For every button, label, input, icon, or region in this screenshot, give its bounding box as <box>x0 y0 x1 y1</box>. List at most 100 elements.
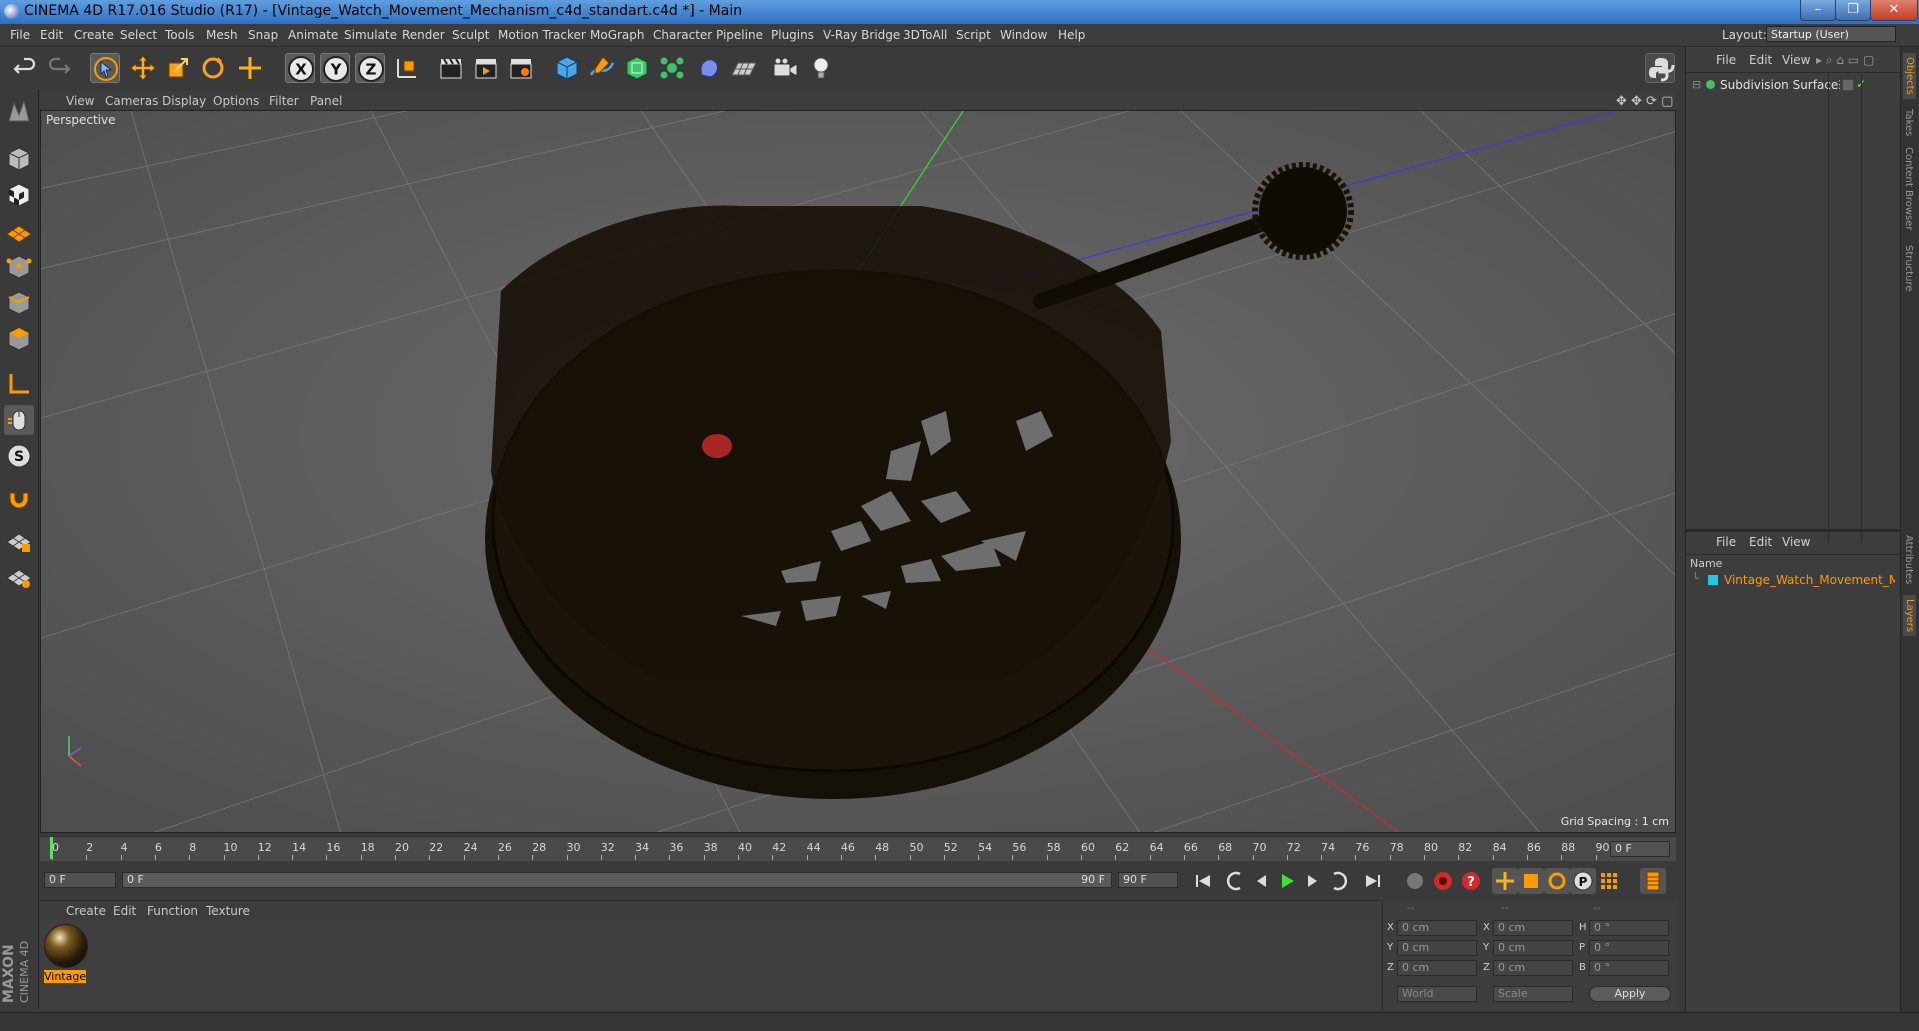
end-frame-field[interactable]: 90 F <box>1118 872 1178 888</box>
cube-button[interactable] <box>552 53 582 83</box>
frame-range-slider[interactable]: 0 F 90 F <box>122 872 1112 888</box>
go-to-start-button[interactable] <box>1190 868 1216 894</box>
size-x-field[interactable]: 0 cm <box>1493 920 1573 936</box>
object-manager-nav-icons[interactable]: ▸ ⌕ ⌂ ▭ ▢ <box>1816 53 1874 68</box>
autokeying-button[interactable] <box>1430 868 1456 894</box>
z-axis-lock-button[interactable]: Z <box>355 53 385 83</box>
tab-content-browser[interactable]: Content Browser <box>1903 147 1914 230</box>
menu-snap[interactable]: Snap <box>248 28 278 42</box>
render-to-picture-viewer-button[interactable] <box>471 53 501 83</box>
menu-window[interactable]: Window <box>1000 28 1047 42</box>
go-to-end-button[interactable] <box>1360 868 1386 894</box>
position-y-field[interactable]: 0 cm <box>1397 940 1477 956</box>
menu-mesh[interactable]: Mesh <box>206 28 238 42</box>
next-key-button[interactable] <box>1326 868 1352 894</box>
rotation-b-field[interactable]: 0 ° <box>1589 960 1669 976</box>
object-menu-view[interactable]: View <box>1782 53 1810 67</box>
floor-button[interactable] <box>729 53 759 83</box>
tag-icon[interactable] <box>1842 79 1854 91</box>
y-axis-lock-button[interactable]: Y <box>320 53 350 83</box>
rotate-tool-button[interactable] <box>198 53 228 83</box>
tab-takes[interactable]: Takes <box>1903 109 1914 136</box>
render-view-button[interactable] <box>436 53 466 83</box>
object-row-subdivision[interactable]: ⊟ Subdivision Surface ⋮ ✓ <box>1690 77 1895 93</box>
coordinate-system-button[interactable] <box>392 53 422 83</box>
size-mode-select[interactable]: Scale <box>1493 986 1573 1002</box>
subdivision-surface-button[interactable] <box>622 53 652 83</box>
viewport-nav-icons[interactable]: ✥ ✥ ⟳ ▢ <box>1616 94 1673 109</box>
object-menu-file[interactable]: File <box>1716 53 1736 67</box>
key-rotation-button[interactable] <box>1544 868 1570 894</box>
menu-simulate[interactable]: Simulate <box>344 28 397 42</box>
previous-key-button[interactable] <box>1222 868 1248 894</box>
rotation-h-field[interactable]: 0 ° <box>1589 920 1669 936</box>
maximize-button[interactable]: ❐ <box>1835 0 1871 21</box>
menu-vray-bridge[interactable]: V-Ray Bridge <box>823 28 900 42</box>
start-frame-field[interactable]: 0 F <box>44 872 116 888</box>
edges-mode-button[interactable] <box>4 288 34 318</box>
planar-workplane-button[interactable] <box>4 562 34 592</box>
light-button[interactable] <box>806 53 836 83</box>
layer-menu-file[interactable]: File <box>1716 535 1736 549</box>
texture-mode-button[interactable] <box>4 180 34 210</box>
viewport-menu-display[interactable]: Display <box>162 94 206 108</box>
live-selection-button[interactable] <box>90 53 120 83</box>
tab-attributes[interactable]: Attributes <box>1903 535 1914 584</box>
menu-animate[interactable]: Animate <box>288 28 338 42</box>
solo-mode-button[interactable]: S <box>4 441 34 471</box>
scale-tool-button[interactable] <box>163 53 193 83</box>
menu-script[interactable]: Script <box>956 28 991 42</box>
tab-structure[interactable]: Structure <box>1903 245 1914 292</box>
layer-row[interactable]: └ Vintage_Watch_Movement_Mecha <box>1690 572 1895 588</box>
viewport-3d[interactable]: Perspective Grid Spacing : 1 cm <box>40 110 1676 833</box>
close-button[interactable]: ✕ <box>1870 0 1918 21</box>
viewport-menu-view[interactable]: View <box>66 94 94 108</box>
model-mode-button[interactable] <box>4 144 34 174</box>
object-menu-edit[interactable]: Edit <box>1749 53 1772 67</box>
menu-help[interactable]: Help <box>1058 28 1085 42</box>
menu-render[interactable]: Render <box>402 28 445 42</box>
apply-button[interactable]: Apply <box>1589 986 1671 1002</box>
menu-select[interactable]: Select <box>120 28 157 42</box>
menu-motion-tracker[interactable]: Motion Tracker <box>498 28 586 42</box>
size-z-field[interactable]: 0 cm <box>1493 960 1573 976</box>
key-scale-button[interactable] <box>1518 868 1544 894</box>
viewport-menu-filter[interactable]: Filter <box>269 94 299 108</box>
x-axis-lock-button[interactable]: X <box>285 53 315 83</box>
tree-expand-icon[interactable]: ⊟ <box>1692 78 1701 91</box>
cloner-button[interactable] <box>657 53 687 83</box>
key-position-button[interactable] <box>1492 868 1518 894</box>
tab-layers[interactable]: Layers <box>1903 595 1916 637</box>
position-z-field[interactable]: 0 cm <box>1397 960 1477 976</box>
move-tool-button[interactable] <box>128 53 158 83</box>
recent-tool-button[interactable] <box>235 53 265 83</box>
workplane-mode-button[interactable] <box>4 216 34 246</box>
play-button[interactable] <box>1274 868 1300 894</box>
viewport-menu-panel[interactable]: Panel <box>310 94 342 108</box>
timeline-ruler[interactable]: 0 2 4 6 8 10 12 14 16 18 20 22 24 26 28 30 32 34 36 38 40 42 4… <box>40 836 1676 861</box>
lock-workplane-button[interactable] <box>4 526 34 556</box>
key-pla-button[interactable] <box>1596 868 1622 894</box>
menu-3dtoall[interactable]: 3DToAll <box>903 28 947 42</box>
previous-frame-button[interactable] <box>1248 868 1274 894</box>
menu-edit[interactable]: Edit <box>40 28 63 42</box>
current-frame-field[interactable]: 0 F <box>1610 841 1670 857</box>
material-menu-function[interactable]: Function <box>147 904 198 918</box>
size-y-field[interactable]: 0 cm <box>1493 940 1573 956</box>
undo-button[interactable] <box>10 53 40 83</box>
menu-tools[interactable]: Tools <box>165 28 195 42</box>
menu-character[interactable]: Character <box>653 28 712 42</box>
material-menu-edit[interactable]: Edit <box>113 904 136 918</box>
menu-create[interactable]: Create <box>74 28 114 42</box>
make-editable-button[interactable] <box>4 97 34 127</box>
points-mode-button[interactable] <box>4 252 34 282</box>
menu-mograph[interactable]: MoGraph <box>590 28 645 42</box>
layout-select[interactable]: Startup (User) <box>1766 26 1896 42</box>
menu-sculpt[interactable]: Sculpt <box>452 28 489 42</box>
camera-button[interactable] <box>770 53 800 83</box>
menu-pipeline[interactable]: Pipeline <box>716 28 763 42</box>
pen-spline-button[interactable] <box>587 53 617 83</box>
viewport-menu-cameras[interactable]: Cameras <box>105 94 158 108</box>
tab-objects[interactable]: Objects <box>1903 53 1916 99</box>
menu-file[interactable]: File <box>10 28 30 42</box>
